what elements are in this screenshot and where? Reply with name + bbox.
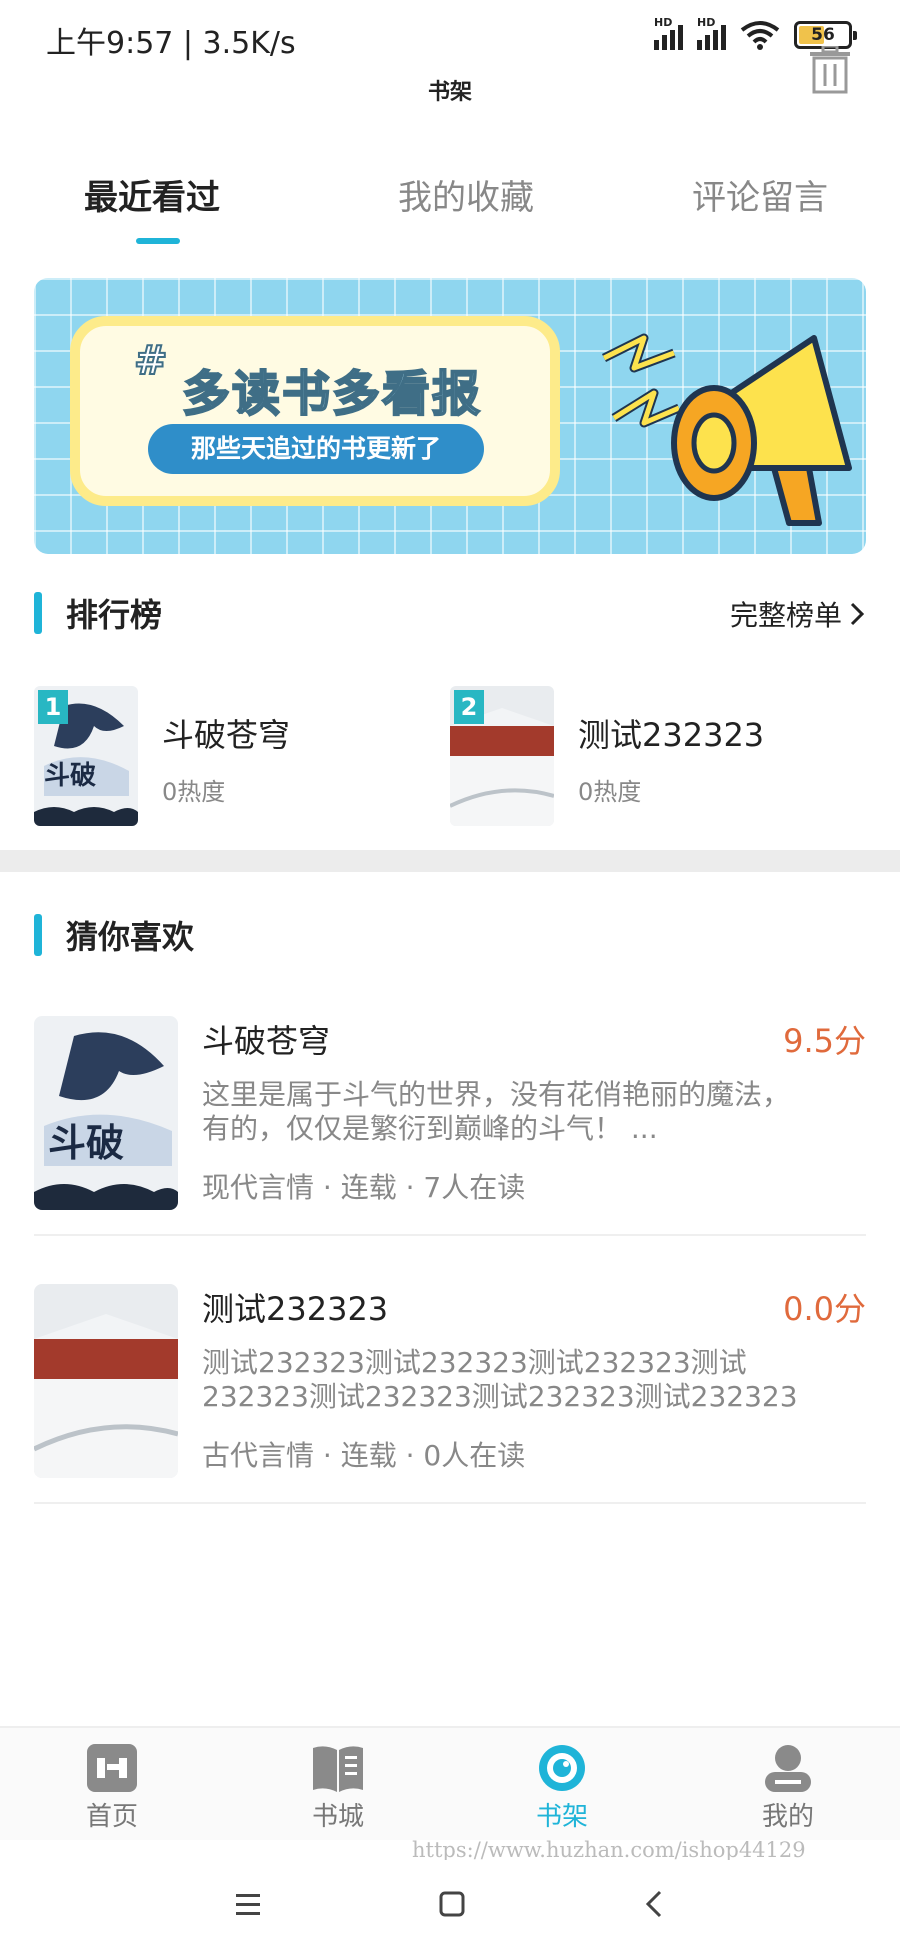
book-title: 测试232323	[202, 1290, 389, 1328]
banner-subtitle: 那些天追过的书更新了	[148, 424, 484, 474]
section-accent-bar	[34, 914, 42, 956]
status-time: 上午9:57 | 3.5K/s	[46, 26, 296, 61]
home-icon	[87, 1744, 137, 1792]
ranking-item[interactable]: 斗破 1 斗破苍穹 0热度	[34, 686, 434, 826]
promo-banner[interactable]: # 多读书多看报 那些天追过的书更新了	[34, 278, 866, 554]
signal-hd-label: HD	[697, 16, 716, 29]
book-score: 9.5分	[783, 1022, 866, 1060]
nav-label: 我的	[761, 1802, 814, 1832]
full-ranking-link[interactable]: 完整榜单	[730, 594, 866, 634]
book-list-item[interactable]: 测试232323 0.0分 测试232323测试232323测试232323测试…	[34, 1284, 866, 1504]
book-meta: 古代言情 · 连载 · 0人在读	[202, 1439, 526, 1472]
book-description: 测试232323测试232323测试232323测试232323测试232323…	[202, 1346, 798, 1413]
book-title: 斗破苍穹	[202, 1022, 331, 1060]
status-bar: 上午9:57 | 3.5K/s HD HD 56	[0, 0, 900, 80]
rank-badge: 1	[38, 690, 68, 724]
menu-icon[interactable]	[226, 1882, 270, 1926]
signal-icon: HD	[654, 16, 683, 50]
ranking-title: 排行榜	[66, 596, 163, 634]
nav-bookstore[interactable]: 书城	[278, 1742, 398, 1838]
megaphone-icon	[601, 333, 852, 526]
svg-text:斗破: 斗破	[44, 761, 96, 791]
book-cover: 斗破	[34, 1016, 178, 1210]
book-score: 0.0分	[783, 1290, 866, 1328]
tab-recently-viewed[interactable]: 最近看过	[84, 170, 220, 219]
rank-badge: 2	[454, 690, 484, 724]
book-list-item[interactable]: 斗破 斗破苍穹 9.5分 这里是属于斗气的世界，没有花俏艳丽的魔法，有的，仅仅是…	[34, 1016, 866, 1236]
system-nav-bar	[0, 1860, 900, 1950]
tab-indicator	[136, 238, 180, 244]
recommend-title: 猜你喜欢	[66, 918, 195, 956]
nav-profile[interactable]: 我的	[728, 1742, 848, 1838]
tab-comments[interactable]: 评论留言	[692, 170, 828, 219]
tab-bar: 最近看过 我的收藏 评论留言	[0, 160, 900, 250]
home-button-icon[interactable]	[430, 1882, 474, 1926]
ranking-book-heat: 0热度	[578, 778, 642, 806]
ranking-book-title: 斗破苍穹	[162, 716, 291, 754]
banner-headline: 多读书多看报	[181, 365, 483, 423]
bottom-nav: 首页 书城 书架 我的	[0, 1726, 900, 1840]
bookshelf-icon	[539, 1745, 585, 1791]
recommend-header: 猜你喜欢	[0, 902, 900, 962]
watermark: https://www.huzhan.com/ishop44129	[412, 1838, 806, 1862]
full-ranking-label: 完整榜单	[729, 599, 842, 632]
book-cover	[34, 1284, 178, 1478]
page-title: 书架	[427, 80, 472, 105]
nav-bookshelf[interactable]: 书架	[502, 1742, 622, 1838]
nav-home[interactable]: 首页	[52, 1742, 172, 1838]
tab-favorites[interactable]: 我的收藏	[398, 170, 534, 219]
ranking-book-title: 测试232323	[578, 716, 765, 754]
battery-icon: 56	[794, 21, 857, 49]
nav-label: 书架	[535, 1802, 588, 1832]
section-divider	[0, 850, 900, 872]
book-description: 这里是属于斗气的世界，没有花俏艳丽的魔法，有的，仅仅是繁衍到巅峰的斗气！ ...	[202, 1078, 791, 1145]
signal-hd-label: HD	[654, 16, 673, 29]
battery-level: 56	[811, 25, 835, 45]
wifi-icon	[740, 21, 780, 50]
signal-icon: HD	[697, 16, 726, 50]
user-icon	[765, 1745, 811, 1792]
ranking-book-heat: 0热度	[162, 778, 226, 806]
book-meta: 现代言情 · 连载 · 7人在读	[202, 1171, 526, 1204]
ranking-header: 排行榜 完整榜单	[0, 580, 900, 640]
nav-label: 书城	[311, 1802, 364, 1832]
svg-text:斗破: 斗破	[48, 1120, 124, 1165]
chevron-right-icon	[850, 602, 865, 626]
trash-icon[interactable]	[808, 46, 852, 94]
book-icon	[313, 1746, 363, 1792]
back-icon[interactable]	[634, 1882, 678, 1926]
banner-hash: #	[133, 337, 168, 385]
ranking-item[interactable]: 2 测试232323 0热度	[450, 686, 850, 826]
section-accent-bar	[34, 592, 42, 634]
nav-label: 首页	[85, 1802, 138, 1832]
